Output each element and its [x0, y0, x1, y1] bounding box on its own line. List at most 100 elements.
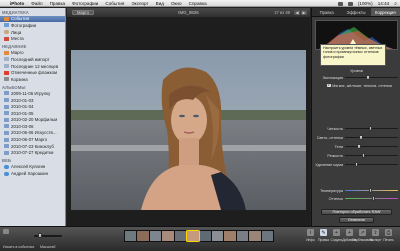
adjust-slider-row[interactable]: Тени [315, 144, 398, 149]
sidebar-item-label: 2009-11-06 Игрулку [11, 90, 51, 96]
adjust-slider-label: Четкость [327, 126, 343, 131]
sidebar-item[interactable]: Последние 12 месяцев [0, 63, 65, 70]
slider-knob[interactable] [356, 144, 361, 149]
temperature-knob[interactable] [368, 188, 373, 193]
menu-item[interactable]: События [105, 1, 124, 6]
menu-item[interactable]: Экспорт [131, 1, 148, 6]
filmstrip [124, 230, 274, 242]
sidebar-item[interactable]: 2010-07-27 Кредитки [0, 149, 65, 156]
toolbar-info-button[interactable]: i Инфо [305, 229, 316, 242]
sidebar-item[interactable]: 2010-01-04 [0, 103, 65, 110]
reset-button[interactable]: Отменить [339, 217, 374, 223]
filmstrip-thumbnail[interactable] [199, 231, 211, 241]
sidebar-item[interactable]: Марго [0, 50, 65, 57]
reprocess-raw-button[interactable]: Повторно обработать RAW [321, 209, 392, 215]
temperature-slider[interactable] [345, 188, 398, 193]
tint-slider[interactable] [345, 196, 398, 201]
previous-photo-button[interactable]: ◀ [294, 10, 300, 15]
sidebar-item[interactable]: 2010-06-07 Марго [0, 136, 65, 143]
menu-item[interactable]: Файл [31, 1, 42, 6]
tint-row[interactable]: Оттенок [315, 196, 398, 201]
filmstrip-thumbnail[interactable] [224, 231, 236, 241]
menu-item[interactable]: Правка [50, 1, 66, 6]
sidebar-item[interactable]: 2010-06-06 Искусств... [0, 130, 65, 137]
filmstrip-thumbnail[interactable] [236, 231, 249, 241]
zoom-slider[interactable] [34, 233, 62, 238]
album-icon [4, 98, 9, 103]
sidebar-item[interactable]: Фотографии [0, 22, 65, 29]
adjust-slider[interactable] [345, 153, 398, 158]
panel-tab[interactable]: Правка [312, 8, 341, 16]
exposure-row[interactable]: Экспозиция [315, 75, 398, 80]
toolbar-edit-button[interactable]: ✎ Правка [318, 229, 329, 242]
menu-item[interactable]: Вид [156, 1, 164, 6]
toolbar-export-button[interactable]: ⇪ Экспорт [370, 229, 382, 242]
clock[interactable]: 14:44 [378, 1, 390, 6]
wifi-icon[interactable] [337, 1, 343, 6]
sidebar-item[interactable]: 2010-01-03 [0, 97, 65, 104]
filmstrip-thumbnail[interactable] [174, 231, 187, 241]
slider-knob[interactable] [361, 153, 366, 158]
checkbox-icon[interactable]: ✓ [327, 83, 331, 88]
slider-knob[interactable] [354, 162, 359, 167]
menu-item[interactable]: Справка [189, 1, 207, 6]
sidebar-item[interactable]: 2010-07-23 Киноклуб [0, 143, 65, 150]
sidebar-item[interactable]: 2010-02-20 Морфильм [0, 117, 65, 124]
spotlight-icon[interactable]: ⌕ [394, 1, 397, 7]
sidebar-item-label: Лица [11, 29, 22, 35]
adjust-slider[interactable] [345, 162, 398, 167]
sidebar-item[interactable]: 2010-03-06 [0, 123, 65, 130]
sidebar-item[interactable]: Алексей Кулагин [0, 164, 65, 171]
sidebar-item[interactable]: Андрей Харошкин [0, 170, 65, 177]
toolbar-print-button[interactable]: ⎙ Печать [383, 229, 394, 242]
sidebar-item[interactable]: Отмеченные флажком [0, 69, 65, 76]
filmstrip-thumbnail[interactable] [186, 230, 200, 242]
exposure-knob[interactable] [366, 75, 370, 80]
filmstrip-thumbnail[interactable] [137, 231, 149, 241]
panel-tab[interactable]: Эффекты [341, 8, 370, 16]
menu-item[interactable]: Окно [171, 1, 182, 6]
sidebar-item[interactable]: 2010-01-05 [0, 110, 65, 117]
menu-item[interactable]: Фотографии [72, 1, 98, 6]
filmstrip-thumbnail[interactable] [162, 231, 174, 241]
filmstrip-thumbnail[interactable] [261, 231, 274, 241]
adjust-slider-row[interactable]: Резкость [315, 153, 398, 158]
calendar-icon [4, 57, 9, 62]
check-row[interactable]: ✓ Мягкие, жёлткие, тени/св. оттенки [315, 83, 398, 88]
adjust-slider-row[interactable]: Удаление шума [315, 162, 398, 167]
sidebar-item[interactable]: Корзина [0, 76, 65, 83]
exposure-slider[interactable] [345, 75, 398, 80]
battery-icon[interactable] [347, 1, 353, 6]
adjust-slider-row[interactable]: Четкость [315, 126, 398, 131]
sidebar-item-label: Места [11, 36, 24, 42]
adjust-slider[interactable] [345, 144, 398, 149]
fullscreen-icon[interactable] [3, 229, 9, 234]
sidebar-item[interactable]: Последний импорт [0, 56, 65, 63]
next-photo-button[interactable]: ▶ [301, 10, 307, 15]
filmstrip-thumbnail[interactable] [125, 231, 137, 241]
share-icon: ↗ [359, 229, 366, 236]
menu-app-name[interactable]: iPhoto [10, 1, 24, 6]
photo-image[interactable] [71, 50, 306, 210]
filmstrip-thumbnail[interactable] [149, 231, 162, 241]
toolbar-create-button[interactable]: + Создать [330, 229, 343, 242]
slider-knob[interactable] [368, 126, 373, 131]
panel-tab[interactable]: Коррекция [370, 8, 400, 16]
temperature-row[interactable]: Температура [315, 188, 398, 193]
sidebar-item[interactable]: Места [0, 35, 65, 42]
adjust-slider[interactable] [345, 126, 398, 131]
adjust-slider-label: Резкость [327, 153, 343, 158]
flag-icon [4, 70, 9, 75]
filmstrip-thumbnail[interactable] [249, 231, 261, 241]
toolbar-share-button[interactable]: ↗ Опубликовать [352, 229, 373, 242]
adjust-slider[interactable] [345, 135, 398, 140]
sidebar-item[interactable]: 2009-11-06 Игрулку [0, 90, 65, 97]
sidebar-item[interactable]: События [0, 15, 65, 23]
zoom-knob[interactable] [38, 233, 42, 238]
tint-knob[interactable] [371, 196, 376, 201]
slider-knob[interactable] [359, 135, 363, 140]
soft-hard-checkbox[interactable]: ✓ Мягкие, жёлткие, тени/св. оттенки [327, 83, 392, 88]
filmstrip-thumbnail[interactable] [211, 231, 224, 241]
adjust-slider-row[interactable]: Свето.-оттенки [315, 135, 398, 140]
sidebar-item[interactable]: Лица [0, 29, 65, 36]
